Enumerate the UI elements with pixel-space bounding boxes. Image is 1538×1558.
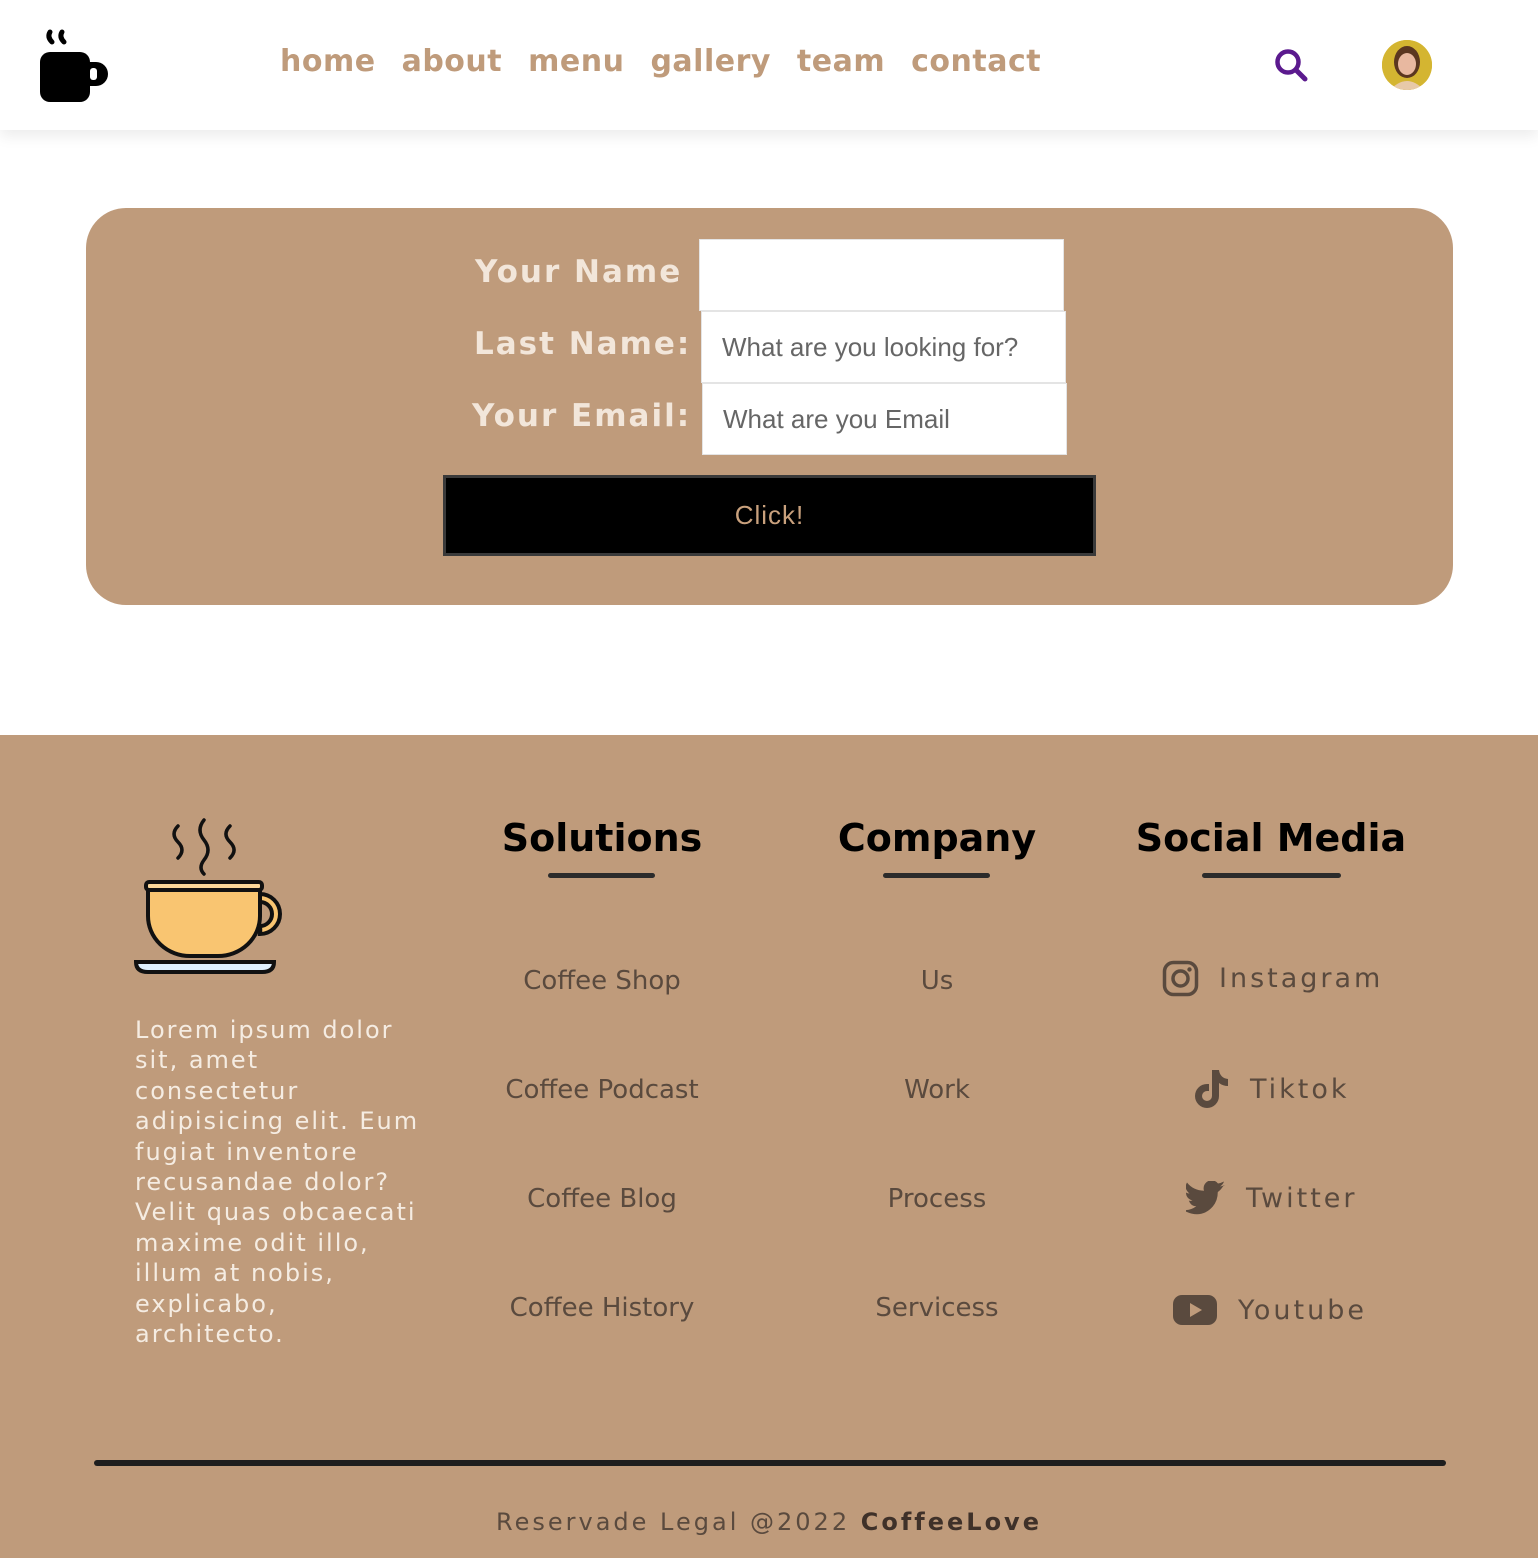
- coffee-cup-icon: [133, 818, 282, 974]
- your-name-label: Your Name: [475, 254, 683, 290]
- main-nav: home about menu gallery team contact: [280, 44, 1041, 79]
- social-tiktok[interactable]: Tiktok: [1194, 1068, 1350, 1110]
- footer-about-text: Lorem ipsum dolor sit, amet consectetur …: [135, 1016, 420, 1349]
- copyright-text: Reservade Legal @2022: [496, 1508, 851, 1536]
- link-us[interactable]: Us: [787, 966, 1087, 996]
- link-servicess[interactable]: Servicess: [787, 1293, 1087, 1323]
- instagram-label: Instagram: [1219, 963, 1384, 994]
- your-email-input[interactable]: [702, 383, 1067, 455]
- link-coffee-podcast[interactable]: Coffee Podcast: [452, 1075, 752, 1105]
- nav-contact[interactable]: contact: [911, 44, 1041, 79]
- company-title: Company: [837, 816, 1037, 860]
- company-underline: [883, 873, 990, 878]
- twitter-label: Twitter: [1246, 1182, 1358, 1214]
- avatar-portrait-icon: [1382, 40, 1432, 90]
- social-instagram[interactable]: Instagram: [1162, 960, 1383, 997]
- link-coffee-shop[interactable]: Coffee Shop: [452, 966, 752, 996]
- nav-team[interactable]: team: [797, 44, 885, 79]
- social-media-underline: [1202, 873, 1341, 878]
- your-name-input[interactable]: [699, 239, 1064, 311]
- tiktok-label: Tiktok: [1250, 1073, 1350, 1105]
- last-name-label: Last Name:: [474, 326, 692, 362]
- link-coffee-history[interactable]: Coffee History: [452, 1293, 752, 1323]
- solutions-title: Solutions: [501, 816, 703, 860]
- nav-about[interactable]: about: [402, 44, 503, 79]
- youtube-label: Youtube: [1238, 1294, 1367, 1326]
- last-name-input[interactable]: [701, 311, 1066, 383]
- submit-button[interactable]: Click!: [443, 475, 1096, 556]
- your-email-label: Your Email:: [472, 398, 692, 434]
- instagram-icon: [1162, 960, 1199, 997]
- nav-gallery[interactable]: gallery: [650, 44, 770, 79]
- site-header: home about menu gallery team contact: [0, 0, 1538, 130]
- brand-name[interactable]: CoffeeLove: [861, 1508, 1042, 1536]
- social-twitter[interactable]: Twitter: [1186, 1181, 1358, 1215]
- copyright: Reservade Legal @2022 CoffeeLove: [0, 1508, 1538, 1536]
- nav-menu[interactable]: menu: [528, 44, 624, 79]
- link-coffee-blog[interactable]: Coffee Blog: [452, 1184, 752, 1214]
- tiktok-icon: [1195, 1070, 1228, 1108]
- coffee-mug-logo-icon[interactable]: [38, 28, 112, 104]
- social-youtube[interactable]: Youtube: [1172, 1294, 1367, 1326]
- solutions-underline: [548, 873, 655, 878]
- user-avatar[interactable]: [1382, 40, 1432, 90]
- footer-divider: [94, 1460, 1446, 1466]
- social-media-title: Social Media: [1135, 816, 1407, 860]
- twitter-icon: [1186, 1181, 1225, 1215]
- nav-home[interactable]: home: [280, 44, 376, 79]
- link-work[interactable]: Work: [787, 1075, 1087, 1105]
- youtube-icon: [1173, 1295, 1217, 1325]
- link-process[interactable]: Process: [787, 1184, 1087, 1214]
- search-icon[interactable]: [1272, 46, 1310, 84]
